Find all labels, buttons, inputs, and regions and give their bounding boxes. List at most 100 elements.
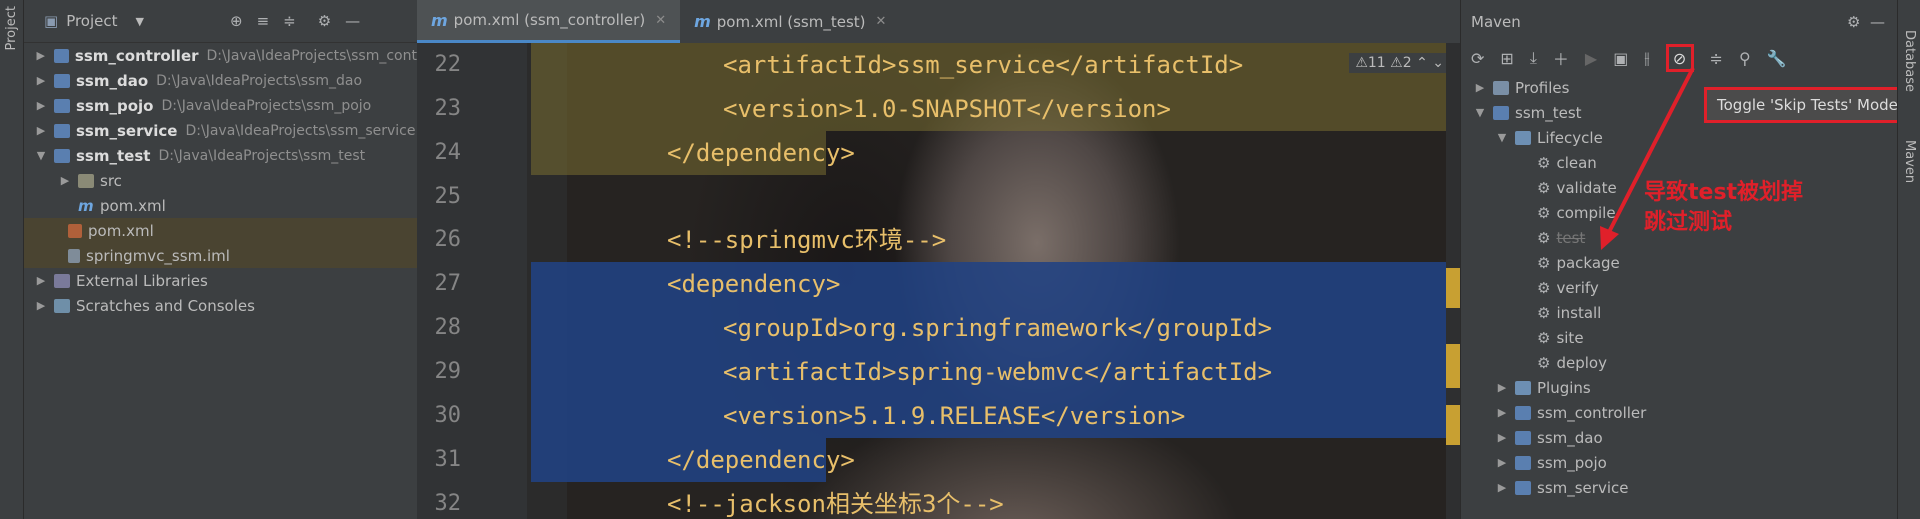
toggle-offline-icon[interactable]: ⫲ xyxy=(1644,48,1649,68)
collapse-icon[interactable]: ≑ xyxy=(1710,49,1723,68)
maven-module-icon xyxy=(1515,405,1531,420)
project-tool-tab[interactable]: Project xyxy=(4,6,19,50)
profiles-icon xyxy=(1493,80,1509,95)
phase-deploy[interactable]: ⚙ deploy xyxy=(1473,350,1897,375)
tree-item-iml[interactable]: springmvc_ssm.iml xyxy=(24,243,417,268)
chevron-right-icon[interactable]: ▶ xyxy=(34,49,48,62)
maven-module-ssm-pojo[interactable]: ▶ ssm_pojo xyxy=(1473,450,1897,475)
add-icon[interactable]: ＋ xyxy=(1553,46,1569,70)
dependencies-icon[interactable]: ⚲ xyxy=(1739,49,1751,68)
maven-module-ssm-controller[interactable]: ▶ ssm_controller xyxy=(1473,400,1897,425)
chevron-down-icon[interactable]: ▼ xyxy=(1473,106,1487,119)
left-tool-strip: Project xyxy=(0,0,24,519)
phase-verify[interactable]: ⚙ verify xyxy=(1473,275,1897,300)
chevron-right-icon[interactable]: ▶ xyxy=(1495,456,1509,469)
maven-module-ssm-service[interactable]: ▶ ssm_service xyxy=(1473,475,1897,500)
expand-all-icon[interactable]: ≡ xyxy=(257,12,270,30)
code-line: 29 <artifactId>spring-webmvc</artifactId> xyxy=(434,358,1273,386)
skip-tests-icon: ⊘ xyxy=(1672,48,1687,68)
maven-title: Maven xyxy=(1471,12,1521,31)
tree-item-root-pom[interactable]: pom.xml xyxy=(24,218,417,243)
code-line: 30 <version>5.1.9.RELEASE</version> xyxy=(434,402,1186,430)
scroll-marker xyxy=(1446,405,1460,445)
tree-item-test-pom[interactable]: m pom.xml xyxy=(34,193,417,218)
tree-item-ssm-service[interactable]: ▶ ssm_service D:\Java\IdeaProjects\ssm_ser… xyxy=(34,118,417,143)
database-tool-tab[interactable]: Database xyxy=(1902,30,1917,92)
execute-goal-icon[interactable]: ▣ xyxy=(1613,49,1628,68)
scroll-marker xyxy=(1446,268,1460,308)
skip-tests-toggle-button[interactable]: ⊘ xyxy=(1665,44,1694,72)
chevron-right-icon[interactable]: ▶ xyxy=(34,124,48,137)
phase-package[interactable]: ⚙ package xyxy=(1473,250,1897,275)
tree-item-ssm-controller[interactable]: ▶ ssm_controller D:\Java\IdeaProjects\ssm_… xyxy=(34,43,417,68)
chevron-right-icon[interactable]: ▶ xyxy=(1473,81,1487,94)
chevron-right-icon[interactable]: ▶ xyxy=(34,274,48,287)
code-editor[interactable]: 22 <artifactId>ssm_service</artifactId> 2… xyxy=(417,43,1460,519)
gear-icon: ⚙ xyxy=(1537,278,1551,297)
chevron-down-icon[interactable]: ▼ xyxy=(34,149,48,162)
code-line: 24 </dependency> xyxy=(434,139,855,167)
chevron-down-icon[interactable]: ▼ xyxy=(136,15,144,28)
iml-file-icon xyxy=(68,248,80,263)
gear-icon: ⚙ xyxy=(1537,303,1551,322)
chevron-down-icon[interactable]: ⌄ xyxy=(1432,55,1444,71)
tree-item-src[interactable]: ▶ src xyxy=(34,168,417,193)
tree-item-scratches[interactable]: ▶ Scratches and Consoles xyxy=(34,293,417,318)
code-line: 23 <version>1.0-SNAPSHOT</version> xyxy=(434,95,1171,123)
maven-file-icon: m xyxy=(78,196,94,215)
project-header: ▣ Project ▼ ⊕ ≡ ≑ ⚙ — xyxy=(24,0,417,43)
code-line: 22 <artifactId>ssm_service</artifactId> xyxy=(434,51,1244,79)
add-folder-icon[interactable]: ⊞ xyxy=(1500,49,1513,68)
project-title[interactable]: Project xyxy=(66,12,117,30)
maven-file-icon: m xyxy=(431,10,448,30)
inspection-widget[interactable]: ⚠11 ⚠2 ⌃ ⌄ xyxy=(1349,53,1450,73)
tree-item-external-libraries[interactable]: ▶ External Libraries xyxy=(34,268,417,293)
tab-pom-ssm-controller[interactable]: m pom.xml (ssm_controller) ✕ xyxy=(417,0,681,43)
maven-module-ssm-dao[interactable]: ▶ ssm_dao xyxy=(1473,425,1897,450)
download-icon[interactable]: ⤓ xyxy=(1530,48,1537,68)
close-icon[interactable]: ✕ xyxy=(876,14,887,29)
run-icon[interactable]: ▶ xyxy=(1585,49,1597,68)
folder-icon: ▣ xyxy=(44,12,59,30)
code-line: 25 xyxy=(434,184,462,209)
maven-lifecycle[interactable]: ▼ Lifecycle xyxy=(1473,125,1897,150)
phase-install[interactable]: ⚙ install xyxy=(1473,300,1897,325)
tree-item-ssm-test[interactable]: ▼ ssm_test D:\Java\IdeaProjects\ssm_test xyxy=(34,143,417,168)
chevron-up-icon[interactable]: ⌃ xyxy=(1416,55,1428,71)
chevron-right-icon[interactable]: ▶ xyxy=(1495,481,1509,494)
tree-item-ssm-pojo[interactable]: ▶ ssm_pojo D:\Java\IdeaProjects\ssm_pojo xyxy=(34,93,417,118)
gear-icon[interactable]: ⚙ xyxy=(318,12,331,30)
maven-plugins[interactable]: ▶ Plugins xyxy=(1473,375,1897,400)
chevron-right-icon[interactable]: ▶ xyxy=(34,299,48,312)
skip-tests-tooltip: Toggle 'Skip Tests' Mode xyxy=(1704,87,1911,123)
phase-clean[interactable]: ⚙ clean xyxy=(1473,150,1897,175)
editor-tabs: m pom.xml (ssm_controller) ✕ m pom.xml (ssm… xyxy=(417,0,1460,43)
chevron-down-icon[interactable]: ▼ xyxy=(1495,131,1509,144)
phase-site[interactable]: ⚙ site xyxy=(1473,325,1897,350)
chevron-right-icon[interactable]: ▶ xyxy=(34,99,48,112)
plugins-icon xyxy=(1515,380,1531,395)
maven-tool-tab[interactable]: Maven xyxy=(1902,140,1917,183)
editor-scrollbar[interactable] xyxy=(1446,43,1460,519)
code-line: 26 <!--springmvc环境--> xyxy=(434,226,947,254)
chevron-right-icon[interactable]: ▶ xyxy=(1495,431,1509,444)
module-folder-icon xyxy=(54,73,70,88)
chevron-right-icon[interactable]: ▶ xyxy=(1495,381,1509,394)
chevron-right-icon[interactable]: ▶ xyxy=(34,74,48,87)
tree-item-ssm-dao[interactable]: ▶ ssm_dao D:\Java\IdeaProjects\ssm_dao xyxy=(34,68,417,93)
minimize-icon[interactable]: — xyxy=(345,12,360,30)
reload-icon[interactable]: ⟳ xyxy=(1471,49,1484,68)
close-icon[interactable]: ✕ xyxy=(655,13,666,28)
gear-icon[interactable]: ⚙ — xyxy=(1847,13,1885,31)
wrench-icon[interactable]: 🔧 xyxy=(1767,49,1787,68)
locate-icon[interactable]: ⊕ xyxy=(230,12,243,30)
scratches-icon xyxy=(54,298,70,313)
tab-pom-ssm-test[interactable]: m pom.xml (ssm_test) ✕ xyxy=(680,0,900,43)
maven-module-icon xyxy=(1493,105,1509,120)
chevron-right-icon[interactable]: ▶ xyxy=(58,174,72,187)
folder-icon xyxy=(78,173,94,188)
collapse-all-icon[interactable]: ≑ xyxy=(283,12,296,30)
module-folder-icon xyxy=(54,98,70,113)
gear-icon: ⚙ xyxy=(1537,328,1551,347)
chevron-right-icon[interactable]: ▶ xyxy=(1495,406,1509,419)
